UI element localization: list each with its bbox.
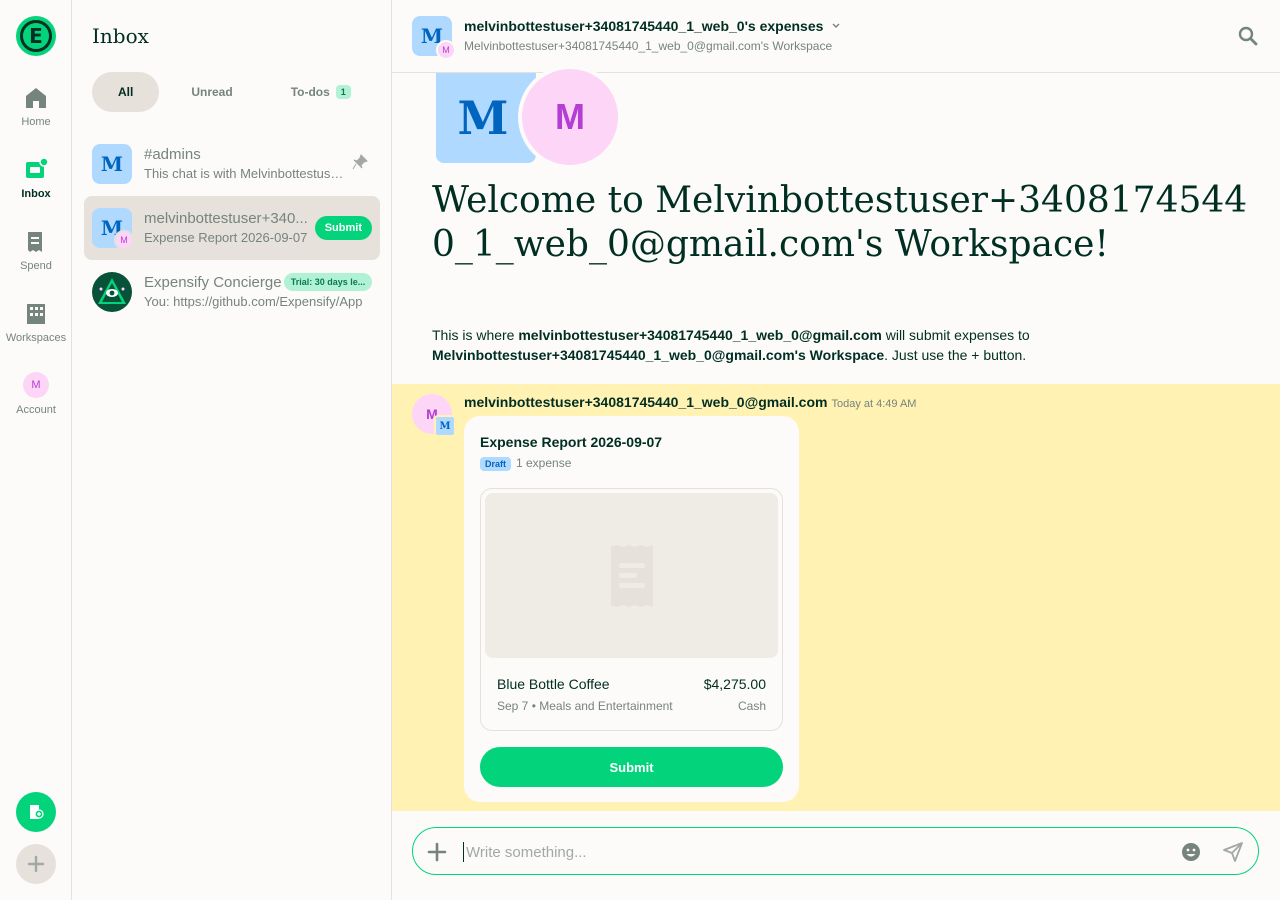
trial-badge: Trial: 30 days le...: [284, 273, 372, 291]
chat-row-subtitle: This chat is with Melvinbottestuser...: [144, 166, 349, 181]
report-header: M M melvinbottestuser+34081745440_1_web_…: [392, 0, 1280, 73]
header-user-avatar: M: [436, 40, 456, 60]
message-author: melvinbottestuser+34081745440_1_web_0@gm…: [464, 394, 916, 410]
inbox-icon: [26, 158, 48, 178]
report-preview-message: M M melvinbottestuser+34081745440_1_web_…: [392, 384, 1280, 811]
message-timestamp: Today at 4:49 AM: [831, 398, 917, 410]
filter-todos[interactable]: To-dos 1: [265, 72, 377, 112]
composer: [412, 827, 1259, 875]
account-avatar: M: [23, 372, 49, 398]
emoji-icon[interactable]: [1180, 841, 1202, 863]
welcome-title: Welcome to Melvinbottestuser+34081745440…: [432, 180, 1248, 265]
report-title-text: melvinbottestuser+34081745440_1_web_0's …: [464, 18, 824, 34]
report-title[interactable]: melvinbottestuser+34081745440_1_web_0's …: [464, 18, 841, 34]
search-icon[interactable]: [1238, 26, 1258, 46]
expensify-logo[interactable]: E: [16, 16, 56, 56]
inbox-title: Inbox: [92, 24, 149, 48]
expense-preview[interactable]: Blue Bottle Coffee $4,275.00 Sep 7 • Mea…: [480, 488, 783, 731]
admins-avatar: M: [92, 144, 132, 184]
desc-user: melvinbottestuser+34081745440_1_web_0@gm…: [518, 327, 882, 343]
send-icon[interactable]: [1222, 841, 1244, 863]
composer-input[interactable]: [463, 842, 1143, 862]
chat-row-title: #admins: [144, 146, 201, 163]
left-hand-nav: Inbox All Unread To-dos 1 M #admins This …: [72, 0, 392, 900]
report-card-title: Expense Report 2026-09-07: [480, 434, 663, 450]
desc-workspace: Melvinbottestuser+34081745440_1_web_0@gm…: [432, 347, 885, 363]
row-submit-button[interactable]: Submit: [314, 216, 372, 240]
desc-text-3: . Just use the + button.: [884, 347, 1027, 363]
submit-button[interactable]: Submit: [480, 747, 783, 787]
concierge-avatar: [92, 272, 132, 312]
chat-row-concierge[interactable]: Expensify Concierge You: https://github.…: [84, 260, 380, 324]
chat-row-subtitle: You: https://github.com/Expensify/App: [144, 294, 363, 309]
new-expense-icon: [30, 805, 44, 819]
filter-all-label: All: [118, 85, 134, 99]
chevron-down-icon: [832, 23, 840, 28]
pin-icon: [352, 154, 368, 170]
filter-todos-label: To-dos: [290, 85, 330, 99]
report-subtitle: Melvinbottestuser+34081745440_1_web_0@gm…: [464, 39, 833, 53]
building-icon: [27, 304, 45, 324]
welcome-user-avatar: M: [518, 65, 622, 169]
receipt-placeholder: [485, 493, 778, 658]
desc-text-2: will submit expenses to: [881, 327, 1030, 343]
chat-row-subtitle: Expense Report 2026-09-07: [144, 230, 308, 245]
nav-label-workspaces: Workspaces: [5, 332, 67, 344]
nav-item-workspaces[interactable]: Workspaces: [0, 302, 72, 362]
nav-label-inbox: Inbox: [21, 188, 51, 200]
author-name: melvinbottestuser+34081745440_1_web_0@gm…: [464, 394, 828, 410]
nav-rail: E Home Inbox Spend Workspaces M Account: [0, 0, 72, 900]
nav-item-account[interactable]: M Account: [0, 372, 72, 432]
nav-item-home[interactable]: Home: [0, 86, 72, 146]
chat-row-admins[interactable]: M #admins This chat is with Melvinbottes…: [84, 132, 380, 196]
chat-row-expense-report[interactable]: M M melvinbottestuser+340... Expense Rep…: [84, 196, 380, 260]
desc-text-1: This is where: [432, 327, 519, 343]
chat-row-title: melvinbottestuser+340...: [144, 210, 308, 227]
welcome-description: This is where melvinbottestuser+34081745…: [432, 325, 1232, 365]
nav-label-account: Account: [16, 404, 56, 416]
nav-label-spend: Spend: [20, 260, 52, 272]
create-expense-button[interactable]: [16, 792, 56, 832]
report-view: M M melvinbottestuser+34081745440_1_web_…: [392, 0, 1280, 900]
report-preview-card[interactable]: Expense Report 2026-09-07 Draft 1 expens…: [464, 416, 799, 802]
filter-unread[interactable]: Unread: [165, 72, 258, 112]
receipt-icon: [28, 232, 42, 252]
nav-item-spend[interactable]: Spend: [0, 230, 72, 290]
expense-meta: Sep 7 • Meals and Entertainment: [497, 699, 673, 713]
receipt-icon: [610, 544, 653, 607]
user-sub-avatar: M: [114, 230, 134, 250]
expense-type: Cash: [737, 699, 766, 713]
plus-icon[interactable]: [425, 840, 449, 864]
todos-count-badge: 1: [335, 85, 351, 99]
chat-row-title: Expensify Concierge: [144, 274, 282, 291]
floating-add-button[interactable]: [16, 844, 56, 884]
expense-count: 1 expense: [516, 456, 572, 470]
filter-unread-label: Unread: [191, 85, 233, 99]
expense-merchant: Blue Bottle Coffee: [497, 676, 610, 692]
status-badge: Draft: [480, 457, 512, 471]
filter-all[interactable]: All: [92, 72, 160, 112]
logo-letter: E: [20, 20, 52, 52]
plus-icon: [27, 855, 45, 873]
message-workspace-avatar: M: [434, 415, 456, 437]
nav-item-inbox[interactable]: Inbox: [0, 158, 72, 218]
expense-amount: $4,275.00: [703, 676, 766, 692]
nav-label-home: Home: [21, 116, 51, 128]
home-icon: [26, 88, 46, 108]
inbox-filters: All Unread To-dos 1: [92, 72, 377, 112]
